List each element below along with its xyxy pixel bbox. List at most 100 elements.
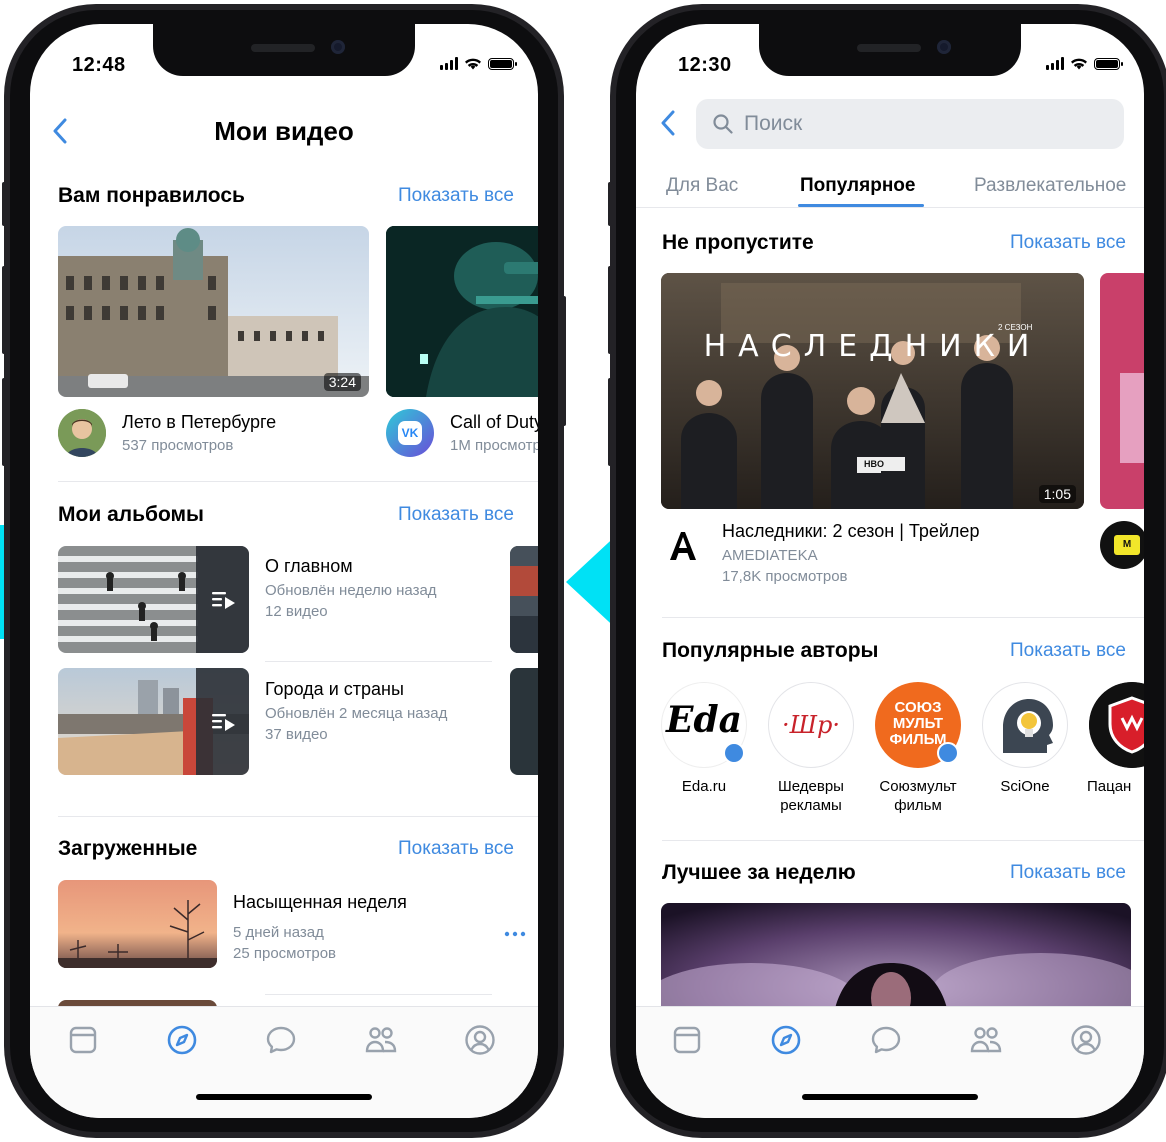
author-avatar[interactable]	[982, 682, 1068, 768]
video-thumbnail-image	[58, 226, 369, 397]
album-title[interactable]: О главном	[265, 556, 353, 577]
signal-icon	[1046, 57, 1064, 70]
poster-season: 2 СЕЗОН	[998, 323, 1033, 332]
video-duration: 1:05	[1038, 485, 1076, 503]
profile-icon[interactable]	[1069, 1023, 1103, 1057]
profile-icon[interactable]	[463, 1023, 497, 1057]
album-cover[interactable]	[510, 668, 538, 775]
notch	[759, 24, 1021, 76]
album-updated: Обновлён 2 месяца назад	[265, 705, 448, 722]
author-name[interactable]: Пацан	[1077, 777, 1144, 796]
tab-bar	[30, 1006, 538, 1118]
more-options-icon[interactable]	[504, 930, 526, 938]
album-cover[interactable]	[510, 546, 538, 653]
vk-logo-icon: VK	[398, 421, 422, 445]
video-title[interactable]: Лето в Петербурге	[122, 412, 276, 433]
tab-for-you[interactable]: Для Вас	[666, 175, 738, 197]
video-views: 537 просмотров	[122, 437, 234, 454]
tab-entertainment[interactable]: Развлекательное	[974, 175, 1126, 197]
search-icon	[713, 114, 733, 134]
authors-show-all-link[interactable]: Показать все	[1010, 640, 1126, 662]
screen: 12:30 Поиск Для Вас Популярное Развлекат…	[636, 24, 1144, 1118]
author-name[interactable]: SciOne	[970, 777, 1080, 796]
friends-icon[interactable]	[364, 1023, 398, 1057]
status-icons	[1046, 57, 1123, 70]
author-logo-text: Eda	[666, 699, 742, 741]
shield-icon	[1089, 682, 1144, 768]
video-thumbnail[interactable]: 3:24	[58, 226, 369, 397]
page-title: Мои видео	[214, 116, 354, 146]
avatar[interactable]: VK	[386, 409, 434, 457]
author-avatar[interactable]	[1089, 682, 1144, 768]
video-thumbnail[interactable]	[1100, 273, 1144, 509]
album-updated: Обновлён неделю назад	[265, 582, 437, 599]
search-input[interactable]: Поиск	[696, 99, 1124, 149]
video-views: 1M просмотров	[450, 437, 538, 454]
channel-name[interactable]: AMEDIATEKA	[722, 547, 818, 564]
video-date: 5 дней назад	[233, 924, 324, 941]
video-title[interactable]: Call of Duty	[450, 412, 538, 433]
album-cover[interactable]	[58, 546, 249, 653]
discover-icon[interactable]	[165, 1023, 199, 1057]
battery-icon	[488, 57, 517, 70]
phone-discover: 12:30 Поиск Для Вас Популярное Развлекат…	[608, 4, 1166, 1138]
status-time: 12:30	[678, 54, 732, 76]
section-title-liked: Вам понравилось	[58, 184, 245, 207]
playlist-icon	[212, 714, 235, 731]
album-cover[interactable]	[58, 668, 249, 775]
divider	[265, 994, 492, 995]
video-thumbnail[interactable]	[386, 226, 538, 397]
screen: 12:48 Мои видео Вам понравилось Показать…	[30, 24, 538, 1118]
section-title-albums: Мои альбомы	[58, 503, 204, 526]
battery-icon	[1094, 57, 1123, 70]
best-week-show-all-link[interactable]: Показать все	[1010, 862, 1126, 884]
video-title[interactable]: Насыщенная неделя	[233, 892, 407, 913]
author-name[interactable]: Союзмульт фильм	[863, 777, 973, 815]
author-logo-text: ·Шр·	[781, 711, 840, 739]
video-thumbnail[interactable]: НАСЛЕДНИКИ 2 СЕЗОН HBO 1:05	[661, 273, 1084, 509]
status-icons	[440, 57, 517, 70]
liked-show-all-link[interactable]: Показать все	[398, 185, 514, 207]
tab-bar	[636, 1006, 1144, 1118]
home-indicator	[802, 1094, 978, 1100]
dont-miss-show-all-link[interactable]: Показать все	[1010, 232, 1126, 254]
section-title-best-week: Лучшее за неделю	[662, 861, 856, 884]
wifi-icon	[1071, 58, 1087, 70]
author-name[interactable]: Шедевры рекламы	[756, 777, 866, 815]
friends-icon[interactable]	[969, 1023, 1003, 1057]
divider	[58, 481, 538, 482]
uploaded-show-all-link[interactable]: Показать все	[398, 838, 514, 860]
album-count: 37 видео	[265, 726, 328, 743]
section-title-dont-miss: Не пропустите	[662, 231, 814, 254]
video-views: 25 просмотров	[233, 945, 337, 962]
avatar[interactable]: M	[1100, 521, 1144, 569]
playlist-icon	[212, 592, 235, 609]
author-name[interactable]: Eda.ru	[649, 777, 759, 796]
album-title[interactable]: Города и страны	[265, 679, 404, 700]
phone-my-videos: 12:48 Мои видео Вам понравилось Показать…	[2, 4, 566, 1138]
album-count: 12 видео	[265, 603, 328, 620]
video-title[interactable]: Наследники: 2 сезон | Трейлер	[722, 521, 979, 542]
poster-badge: HBO	[861, 457, 905, 471]
divider	[636, 207, 1144, 208]
notch	[153, 24, 415, 76]
albums-show-all-link[interactable]: Показать все	[398, 504, 514, 526]
verified-icon	[937, 742, 959, 764]
back-icon[interactable]	[658, 108, 682, 138]
divider	[265, 661, 492, 662]
messages-icon[interactable]	[869, 1023, 903, 1057]
avatar[interactable]	[58, 409, 106, 457]
section-title-authors: Популярные авторы	[662, 639, 879, 662]
discover-icon[interactable]	[769, 1023, 803, 1057]
channel-logo-icon[interactable]	[666, 528, 700, 562]
poster-title: НАСЛЕДНИКИ	[703, 329, 1042, 364]
messages-icon[interactable]	[264, 1023, 298, 1057]
tab-popular[interactable]: Популярное	[800, 175, 915, 197]
divider	[662, 840, 1144, 841]
author-avatar[interactable]: ·Шр·	[768, 682, 854, 768]
video-thumbnail[interactable]	[58, 880, 217, 968]
feed-icon[interactable]	[66, 1023, 100, 1057]
search-placeholder: Поиск	[744, 112, 803, 135]
feed-icon[interactable]	[670, 1023, 704, 1057]
verified-icon	[723, 742, 745, 764]
